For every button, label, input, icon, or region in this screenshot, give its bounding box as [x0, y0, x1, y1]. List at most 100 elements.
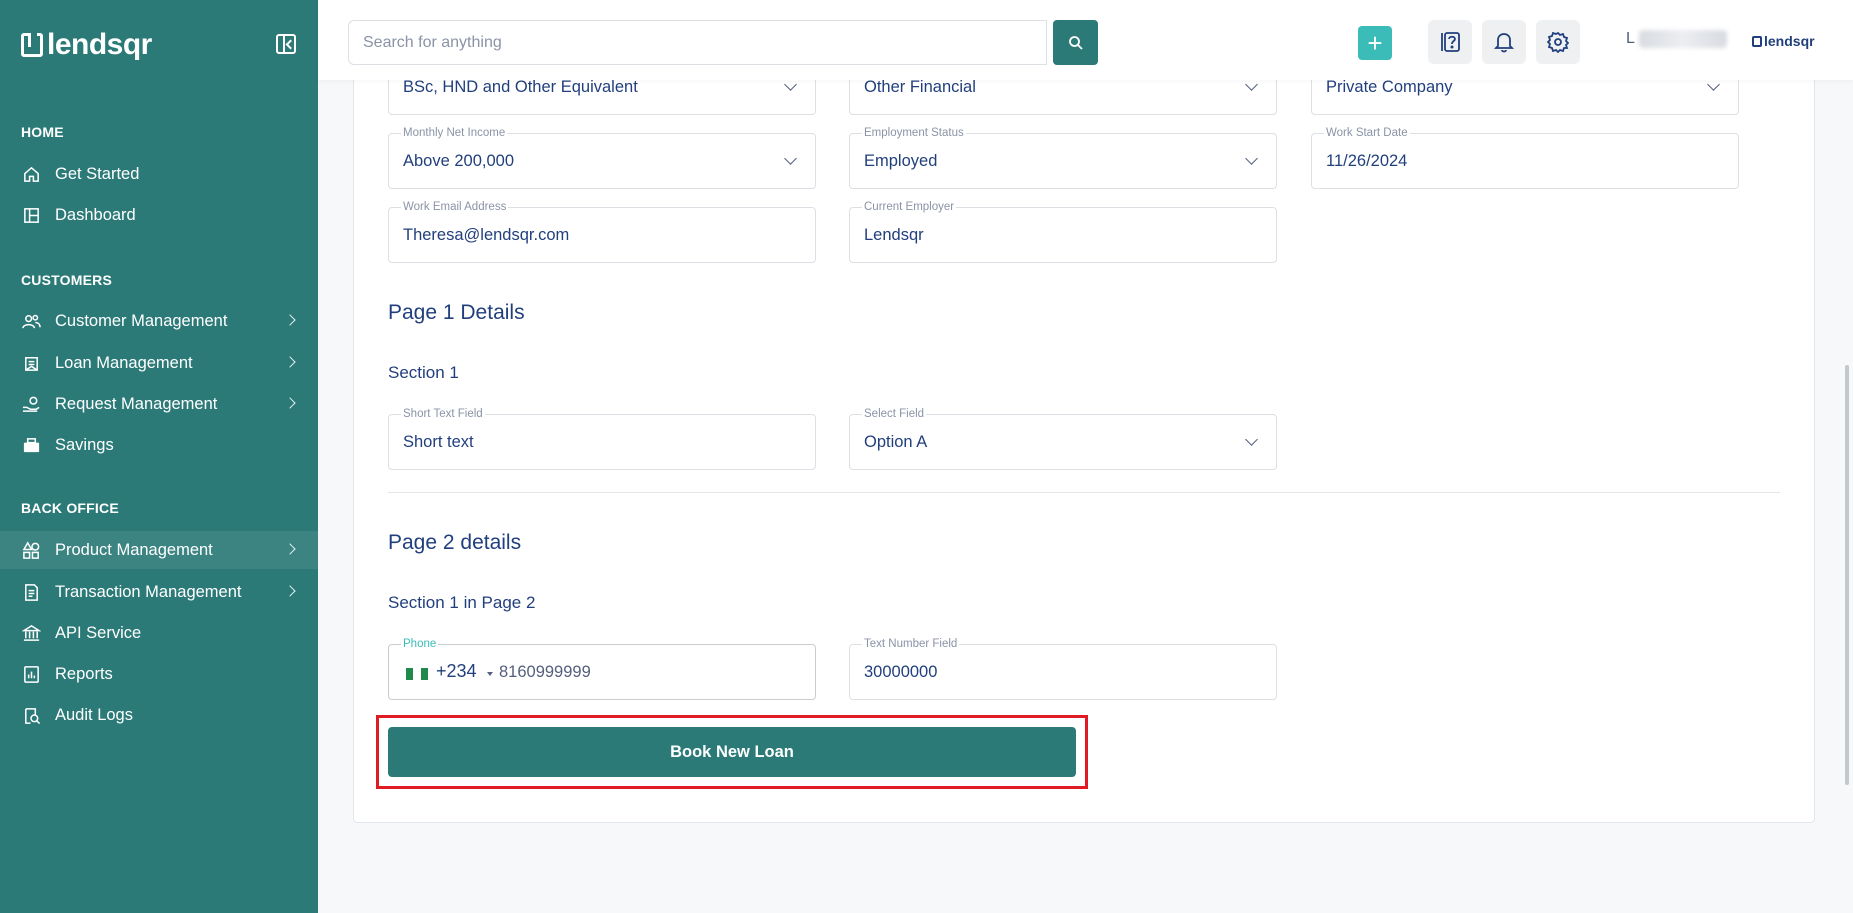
chevron-down-icon — [1707, 78, 1720, 91]
work-start-date-field[interactable]: Work Start Date 11/26/2024 — [1311, 127, 1739, 189]
chevron-right-icon — [284, 585, 296, 597]
help-button[interactable] — [1428, 20, 1472, 64]
work-email-field[interactable]: Work Email Address Theresa@lendsqr.com — [388, 201, 816, 263]
section-title-back-office: BACK OFFICE — [21, 500, 119, 516]
sidebar-item-get-started[interactable]: Get Started — [0, 155, 318, 193]
user-name-redacted — [1638, 30, 1727, 48]
home-icon — [21, 164, 41, 184]
search-input[interactable] — [348, 20, 1047, 65]
short-text-field[interactable]: Short Text Field Short text — [388, 408, 816, 470]
top-bar: + L lendsqr — [318, 0, 1853, 80]
sidebar-item-label: Reports — [55, 664, 113, 683]
sidebar-item-transaction-management[interactable]: Transaction Management — [0, 573, 318, 611]
chevron-down-icon — [1245, 433, 1258, 446]
collapse-sidebar-icon[interactable] — [276, 34, 296, 54]
country-dropdown-caret-icon[interactable] — [487, 672, 493, 676]
user-initial: L — [1626, 30, 1635, 47]
field-label: Current Employer — [862, 201, 957, 213]
field-label: Phone — [401, 638, 439, 650]
dial-code: +234 — [436, 661, 477, 681]
sidebar-item-request-management[interactable]: Request Management — [0, 385, 318, 423]
current-employer-field[interactable]: Current Employer Lendsqr — [849, 201, 1277, 263]
field-value: Employed — [864, 152, 938, 170]
chevron-down-icon — [784, 78, 797, 91]
page-scrollbar[interactable] — [1845, 365, 1849, 785]
sidebar-item-label: Request Management — [55, 394, 218, 413]
field-value: Lendsqr — [864, 226, 924, 244]
users-icon — [21, 311, 41, 331]
chevron-down-icon — [1245, 78, 1258, 91]
field-value: Private Company — [1326, 78, 1453, 96]
highlight-box — [376, 715, 1088, 789]
sidebar-item-customer-management[interactable]: Customer Management — [0, 302, 318, 340]
field-value: BSc, HND and Other Equivalent — [403, 78, 638, 96]
text-number-field[interactable]: Text Number Field 30000000 — [849, 638, 1277, 700]
sidebar-item-dashboard[interactable]: Dashboard — [0, 196, 318, 234]
request-icon — [21, 394, 41, 414]
field-label: Work Start Date — [1324, 127, 1410, 139]
lendsqr-logo[interactable]: lendsqr — [21, 28, 152, 62]
field-label: Employment Status — [862, 127, 966, 139]
chevron-right-icon — [284, 397, 296, 409]
reports-icon — [21, 664, 41, 684]
user-menu[interactable]: L — [1626, 30, 1727, 48]
field-label: Work Email Address — [401, 201, 509, 213]
chevron-right-icon — [284, 356, 296, 368]
chevron-right-icon — [284, 543, 296, 555]
sidebar-item-label: Dashboard — [55, 205, 136, 224]
sidebar-item-label: Loan Management — [55, 353, 193, 372]
phone-number-value: 8160999999 — [499, 663, 591, 681]
logo-text: lendsqr — [47, 28, 152, 61]
field-value: Short text — [403, 433, 474, 451]
phone-field[interactable]: Phone +234 8160999999 — [388, 638, 816, 700]
org-logo-mark-icon — [1752, 35, 1762, 47]
monthly-net-income-select[interactable]: Monthly Net Income Above 200,000 — [388, 127, 816, 189]
settings-button[interactable] — [1536, 20, 1580, 64]
logo-mark-icon — [21, 33, 43, 57]
bank-icon — [21, 623, 41, 643]
section-divider — [388, 492, 1780, 493]
field-value: Option A — [864, 433, 928, 451]
field-value: 11/26/2024 — [1326, 152, 1408, 170]
field-value: Above 200,000 — [403, 152, 515, 170]
field-label: Text Number Field — [862, 638, 960, 650]
search-button[interactable] — [1053, 20, 1098, 65]
sidebar-item-label: API Service — [55, 623, 142, 642]
notifications-button[interactable] — [1482, 20, 1526, 64]
select-field[interactable]: Select Field Option A — [849, 408, 1277, 470]
add-button[interactable]: + — [1358, 26, 1392, 60]
savings-icon — [21, 435, 41, 455]
sidebar-item-audit-logs[interactable]: Audit Logs — [0, 696, 318, 734]
field-value: Other Financial — [864, 78, 976, 96]
audit-icon — [21, 705, 41, 725]
field-label: Short Text Field — [401, 408, 485, 420]
chevron-down-icon — [784, 152, 797, 165]
sidebar-item-savings[interactable]: Savings — [0, 426, 318, 464]
page1-title: Page 1 Details — [388, 301, 525, 324]
dashboard-icon — [21, 205, 41, 225]
field-value: Theresa@lendsqr.com — [403, 226, 570, 244]
help-icon — [1441, 32, 1460, 52]
page1-section-title: Section 1 — [388, 363, 459, 382]
org-logo-text: lendsqr — [1764, 33, 1815, 49]
sidebar-item-api-service[interactable]: API Service — [0, 614, 318, 652]
field-value: 30000000 — [864, 663, 938, 681]
sidebar: lendsqr HOME Get Started Dashboard CUSTO… — [0, 0, 318, 913]
transaction-icon — [21, 582, 41, 602]
sidebar-item-label: Get Started — [55, 164, 140, 183]
sidebar-item-label: Product Management — [55, 540, 213, 559]
bell-icon — [1494, 33, 1514, 53]
chevron-right-icon — [284, 314, 296, 326]
sidebar-item-product-management[interactable]: Product Management — [0, 531, 318, 569]
product-icon — [21, 540, 41, 560]
sidebar-item-loan-management[interactable]: Loan Management — [0, 344, 318, 382]
sidebar-item-reports[interactable]: Reports — [0, 655, 318, 693]
employment-status-select[interactable]: Employment Status Employed — [849, 127, 1277, 189]
loan-icon — [21, 353, 41, 373]
sidebar-item-label: Transaction Management — [55, 582, 242, 601]
gear-icon — [1547, 31, 1569, 53]
page2-section-title: Section 1 in Page 2 — [388, 593, 536, 612]
nigeria-flag-icon[interactable] — [406, 668, 428, 680]
sidebar-item-label: Customer Management — [55, 311, 228, 330]
sidebar-item-label: Savings — [55, 435, 114, 454]
